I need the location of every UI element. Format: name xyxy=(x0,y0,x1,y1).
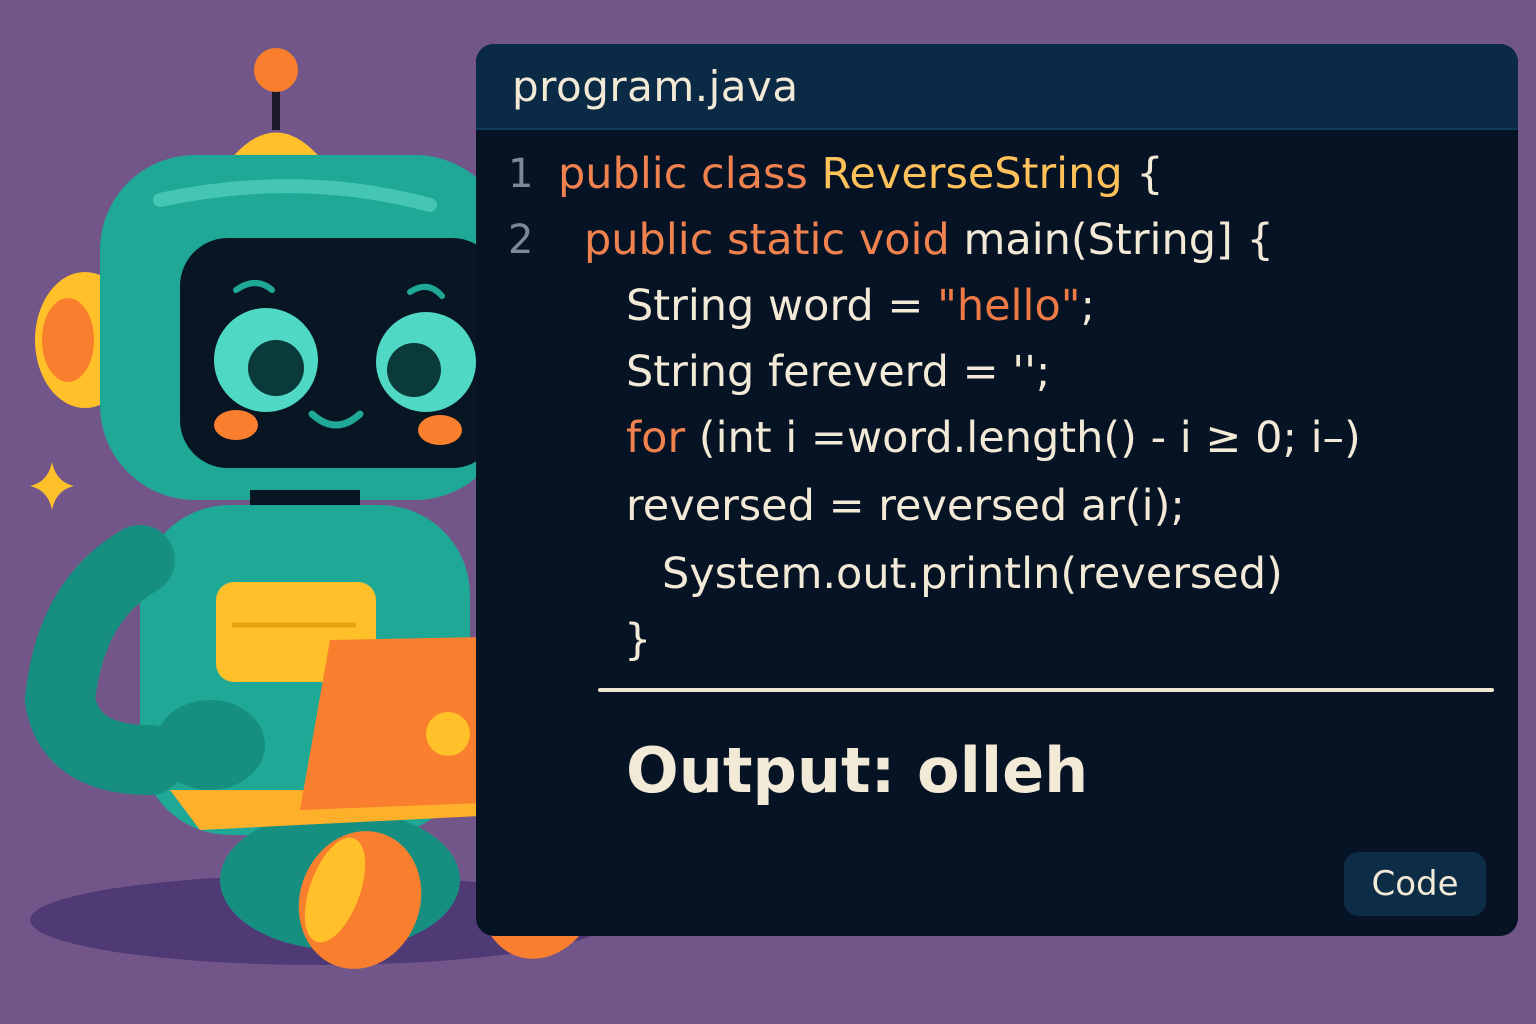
code-line-3: String word = "hello"; xyxy=(626,276,1095,336)
file-name: program.java xyxy=(512,62,799,111)
code-line-7: System.out.println(reversed) xyxy=(662,544,1283,604)
code-line-6: reversed = reversed ar(i); xyxy=(626,476,1185,536)
code-keyword: public static void xyxy=(584,215,964,265)
code-text: reversed = reversed ar(i); xyxy=(626,481,1185,531)
left-arm xyxy=(24,525,185,795)
code-line-1: public class ReverseString { xyxy=(558,144,1164,204)
code-text: String word = xyxy=(626,281,938,331)
code-line-4: String fereverd = ''; xyxy=(626,342,1050,402)
code-line-8: } xyxy=(624,610,651,670)
code-keyword: for xyxy=(626,413,686,463)
line-number-2: 2 xyxy=(508,217,534,263)
code-string: "hello" xyxy=(937,281,1081,331)
code-text: main(String] { xyxy=(963,215,1274,265)
code-text: System.out.println(reversed) xyxy=(662,549,1283,599)
code-text: ; xyxy=(1080,281,1096,331)
editor-titlebar: program.java xyxy=(476,44,1518,130)
code-text: (int i =word.length() - i ≥ 0; i–) xyxy=(685,413,1361,463)
code-text: } xyxy=(624,615,652,665)
left-hand xyxy=(155,700,265,790)
code-line-2: public static void main(String] { xyxy=(584,210,1274,270)
output-divider xyxy=(598,688,1494,692)
antenna-ball xyxy=(254,48,298,92)
code-text: String fereverd = ''; xyxy=(626,347,1051,397)
sparkle-icon xyxy=(30,462,74,510)
output-text: Output: olleh xyxy=(626,734,1089,807)
code-keyword: public class xyxy=(558,149,822,199)
code-text: { xyxy=(1122,149,1164,199)
code-button[interactable]: Code xyxy=(1344,852,1486,916)
line-number-1: 1 xyxy=(508,151,534,197)
code-classname: ReverseString xyxy=(821,149,1123,199)
code-editor-panel: program.java 1 public class ReverseStrin… xyxy=(476,44,1518,936)
code-line-5: for (int i =word.length() - i ≥ 0; i–) xyxy=(626,408,1361,468)
